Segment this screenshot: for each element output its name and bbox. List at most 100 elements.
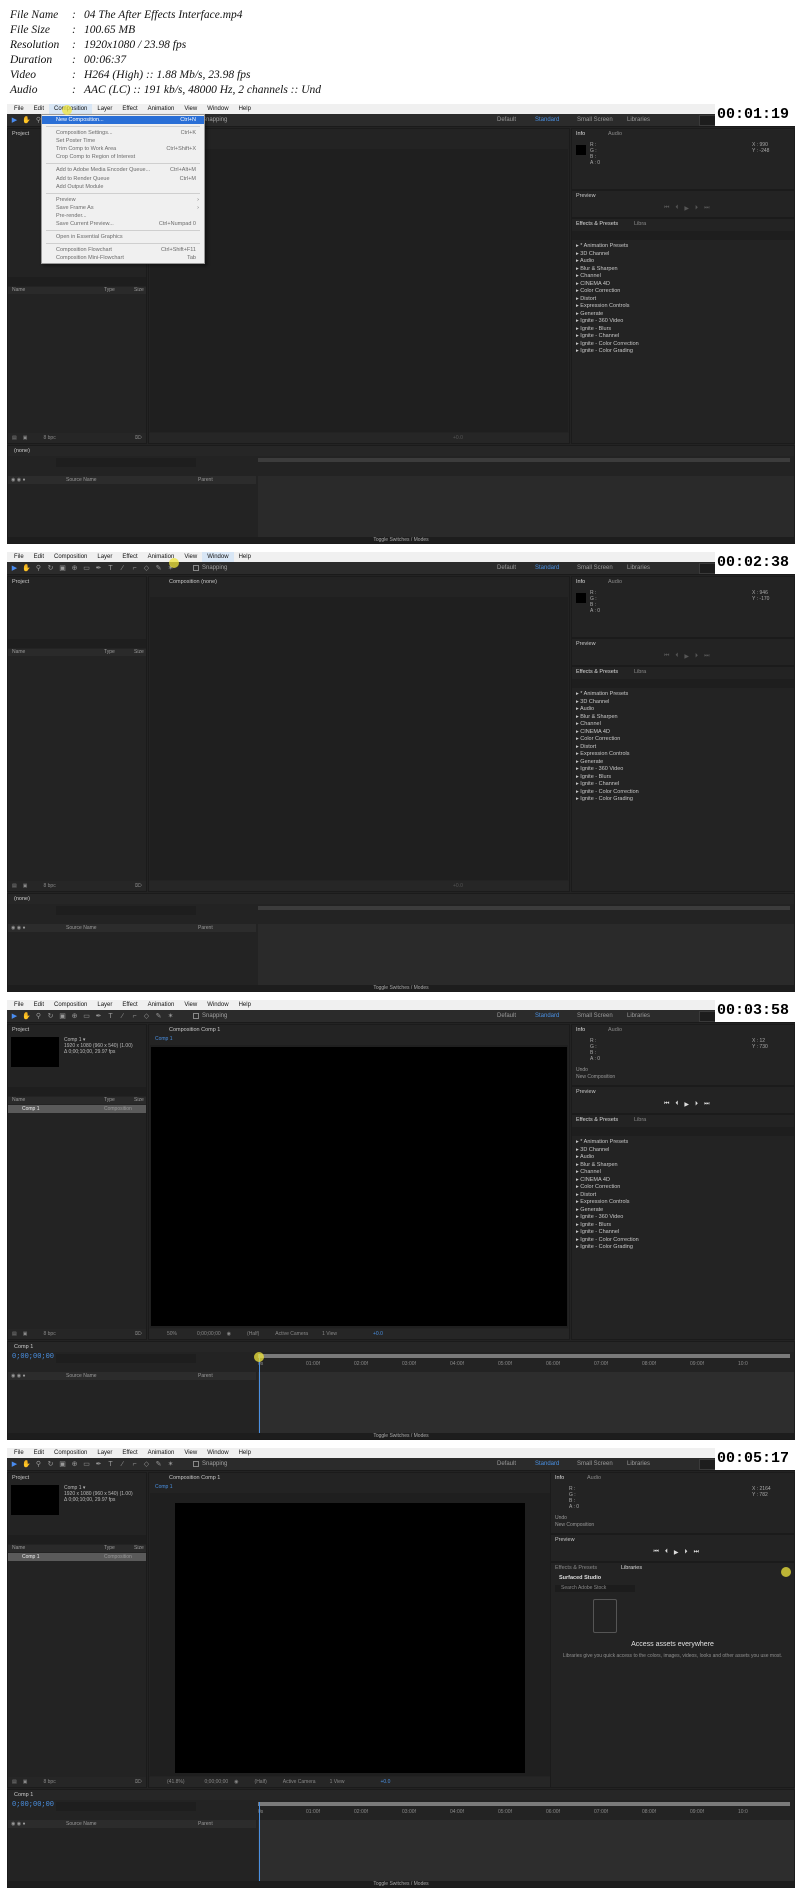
info-tab[interactable]: Info xyxy=(576,131,585,137)
workspace-libraries[interactable]: Libraries xyxy=(627,114,650,127)
menu-effect[interactable]: Effect xyxy=(117,104,142,114)
type-tool-icon[interactable]: T xyxy=(106,1012,115,1021)
menu-view[interactable]: View xyxy=(179,1000,202,1010)
effects-category[interactable]: ▸ Expression Controls xyxy=(576,751,639,759)
bpc-label[interactable]: 8 bpc xyxy=(43,435,55,441)
roto-brush-tool-icon[interactable]: ✎ xyxy=(154,1012,163,1021)
effects-category[interactable]: ▸ Color Correction xyxy=(576,1184,639,1192)
trash-icon[interactable]: ⌦ xyxy=(135,435,142,441)
toggle-switches-modes[interactable]: Toggle Switches / Modes xyxy=(8,1881,794,1887)
interpret-footage-icon[interactable]: ▤ xyxy=(12,435,17,441)
project-item-comp1[interactable]: Comp 1 Composition xyxy=(8,1553,146,1561)
new-folder-icon[interactable]: ▣ xyxy=(23,1331,28,1337)
composition-tab-title[interactable]: Composition Comp 1 xyxy=(169,1475,220,1481)
preview-tab[interactable]: Preview xyxy=(576,1089,596,1095)
timecode-display[interactable]: 0;00;00;00 xyxy=(205,1779,229,1785)
eraser-tool-icon[interactable]: ◇ xyxy=(142,1012,151,1021)
bpc-label[interactable]: 8 bpc xyxy=(43,1331,55,1337)
rectangle-tool-icon[interactable]: ▭ xyxy=(82,1012,91,1021)
effects-category[interactable]: ▸ Generate xyxy=(576,759,639,767)
snapping-toggle[interactable]: Snapping xyxy=(193,565,227,571)
workspace-libraries[interactable]: Libraries xyxy=(627,562,650,575)
effects-category[interactable]: ▸ Ignite - Color Correction xyxy=(576,789,639,797)
exposure-value[interactable]: +0.0 xyxy=(453,883,463,889)
source-name-header[interactable]: Source Name xyxy=(66,476,97,484)
name-column-header[interactable]: Name xyxy=(12,649,25,655)
timeline-tab[interactable]: Comp 1 xyxy=(14,1344,33,1350)
last-frame-icon[interactable]: ⏭ xyxy=(704,205,709,212)
effects-category[interactable]: ▸ Ignite - Channel xyxy=(576,333,639,341)
first-frame-icon[interactable]: ⏮ xyxy=(664,205,669,212)
work-area-bar[interactable] xyxy=(258,1354,790,1358)
workspace-standard[interactable]: Standard xyxy=(535,1010,559,1023)
timeline-tab[interactable]: (none) xyxy=(14,896,30,902)
parent-header[interactable]: Parent xyxy=(198,1820,213,1828)
info-tab[interactable]: Info xyxy=(576,1027,585,1033)
workspace-standard[interactable]: Standard xyxy=(535,562,559,575)
menu-edit[interactable]: Edit xyxy=(29,1000,49,1010)
effects-presets-tab[interactable]: Effects & Presets xyxy=(576,221,618,227)
trash-icon[interactable]: ⌦ xyxy=(135,1779,142,1785)
effects-search-field[interactable] xyxy=(572,231,794,240)
effects-category[interactable]: ▸ CINEMA 4D xyxy=(576,1177,639,1185)
effects-category[interactable]: ▸ Ignite - 360 Video xyxy=(576,766,639,774)
pen-tool-icon[interactable]: ✒ xyxy=(94,564,103,573)
next-frame-icon[interactable]: ⏵ xyxy=(695,1101,698,1108)
type-column-header[interactable]: Type xyxy=(104,1545,115,1552)
menu-help[interactable]: Help xyxy=(234,1448,256,1458)
menu-edit[interactable]: Edit xyxy=(29,552,49,562)
effects-category[interactable]: ▸ Generate xyxy=(576,311,639,319)
effects-category[interactable]: ▸ 3D Channel xyxy=(576,699,639,707)
snapping-toggle[interactable]: Snapping xyxy=(193,1013,227,1019)
zoom-tool-icon[interactable]: ⚲ xyxy=(34,1012,43,1021)
source-name-header[interactable]: Source Name xyxy=(66,1372,97,1380)
audio-tab[interactable]: Audio xyxy=(608,579,622,585)
menu-composition[interactable]: Composition xyxy=(49,1000,92,1010)
size-column-header[interactable]: Size xyxy=(134,1545,144,1552)
effects-category[interactable]: ▸ Audio xyxy=(576,1154,639,1162)
libraries-tab[interactable]: Libraries xyxy=(621,1565,642,1571)
menu-effect[interactable]: Effect xyxy=(117,552,142,562)
effects-category[interactable]: ▸ Audio xyxy=(576,258,639,266)
rectangle-tool-icon[interactable]: ▭ xyxy=(82,564,91,573)
effects-category[interactable]: ▸ * Animation Presets xyxy=(576,691,639,699)
play-icon[interactable]: ▶ xyxy=(674,1549,679,1556)
menu-layer[interactable]: Layer xyxy=(92,1000,117,1010)
preview-tab[interactable]: Preview xyxy=(576,641,596,647)
workspace-libraries[interactable]: Libraries xyxy=(627,1010,650,1023)
effects-category[interactable]: ▸ Ignite - Blurs xyxy=(576,326,639,334)
new-folder-icon[interactable]: ▣ xyxy=(23,435,28,441)
menu-layer[interactable]: Layer xyxy=(92,552,117,562)
interpret-footage-icon[interactable]: ▤ xyxy=(12,1331,17,1337)
pan-behind-tool-icon[interactable]: ⊕ xyxy=(70,564,79,573)
comp-breadcrumb[interactable]: Comp 1 xyxy=(155,1036,173,1042)
play-icon[interactable]: ▶ xyxy=(684,1101,689,1108)
exposure-value[interactable]: +0.0 xyxy=(453,435,463,441)
menu-window[interactable]: Window xyxy=(202,1448,233,1458)
clone-stamp-tool-icon[interactable]: ⌐ xyxy=(130,1460,139,1469)
effects-category[interactable]: ▸ Ignite - Color Correction xyxy=(576,341,639,349)
views-dropdown[interactable]: 1 View xyxy=(322,1331,337,1337)
prev-frame-icon[interactable]: ⏴ xyxy=(665,1549,668,1556)
menu-composition[interactable]: Composition xyxy=(49,552,92,562)
timeline-search-field[interactable] xyxy=(56,1802,196,1811)
selection-tool-icon[interactable]: ▶ xyxy=(10,1460,19,1469)
effects-category[interactable]: ▸ Ignite - Color Grading xyxy=(576,1244,639,1252)
menu-window[interactable]: Window xyxy=(202,552,234,562)
work-area-bar[interactable] xyxy=(258,458,790,462)
menu-window[interactable]: Window xyxy=(202,104,233,114)
puppet-tool-icon[interactable]: ✶ xyxy=(166,1460,175,1469)
library-dropdown[interactable]: Surfaced Studio xyxy=(559,1575,659,1583)
menu-layer[interactable]: Layer xyxy=(92,104,117,114)
selection-tool-icon[interactable]: ▶ xyxy=(10,564,19,573)
clone-stamp-tool-icon[interactable]: ⌐ xyxy=(130,1012,139,1021)
play-icon[interactable]: ▶ xyxy=(684,205,689,212)
pan-behind-tool-icon[interactable]: ⊕ xyxy=(70,1460,79,1469)
menu-layer[interactable]: Layer xyxy=(92,1448,117,1458)
audio-tab[interactable]: Audio xyxy=(587,1475,601,1481)
menu-item[interactable]: New Composition... Ctrl+N xyxy=(42,116,204,125)
effects-category[interactable]: ▸ Generate xyxy=(576,1207,639,1215)
effects-category[interactable]: ▸ * Animation Presets xyxy=(576,243,639,251)
new-folder-icon[interactable]: ▣ xyxy=(23,1779,28,1785)
effects-category[interactable]: ▸ Color Correction xyxy=(576,736,639,744)
